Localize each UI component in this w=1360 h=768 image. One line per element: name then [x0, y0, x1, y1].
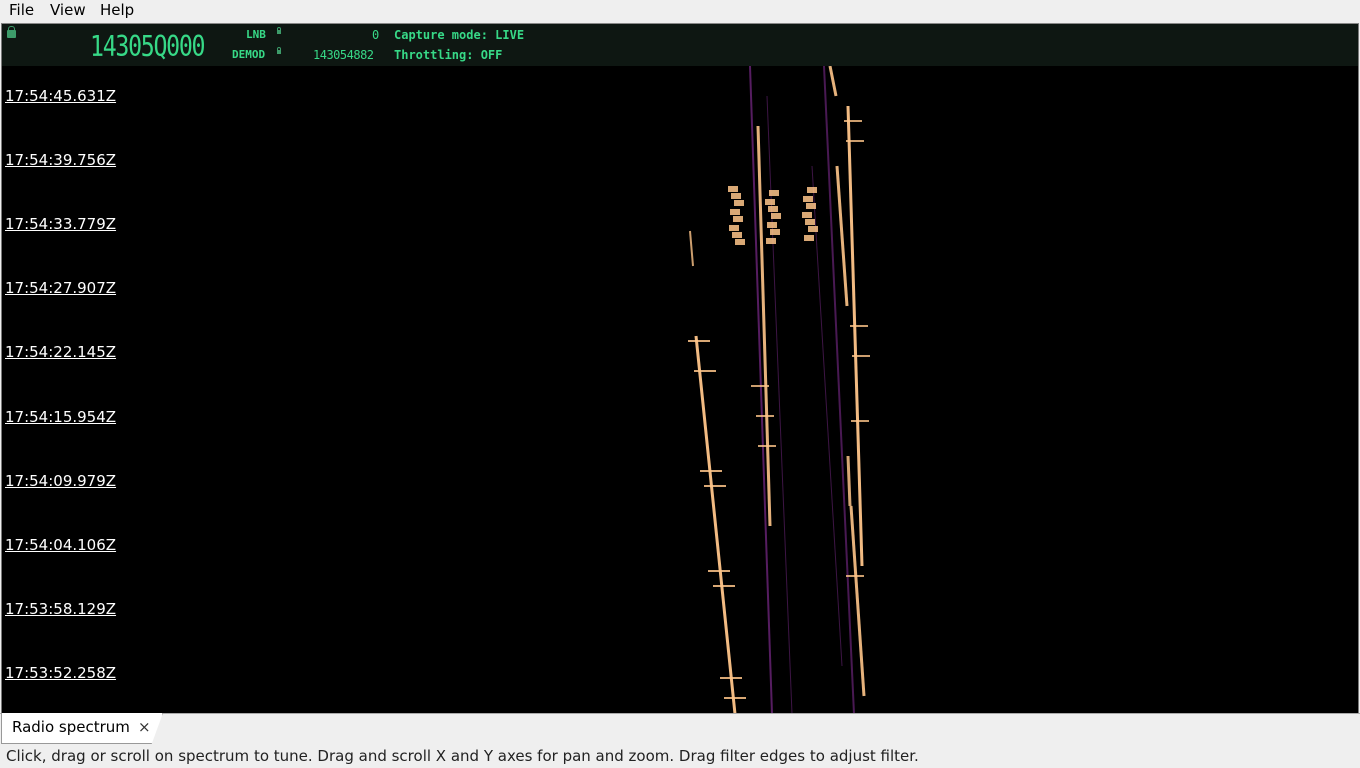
signal-cloud [731, 193, 741, 199]
signal-trace [689, 230, 694, 267]
signal-cloud [804, 235, 814, 241]
signal-cloud [767, 222, 777, 228]
time-axis-label[interactable]: 17:53:58.129Z [5, 600, 116, 618]
time-axis-label[interactable]: 17:54:45.631Z [5, 87, 116, 105]
tab-bar: Radio spectrum × [0, 713, 1360, 744]
demod-label: DEMOD [232, 48, 266, 61]
signal-cloud [766, 238, 776, 244]
time-axis-label[interactable]: 17:54:15.954Z [5, 408, 116, 426]
time-axis-label[interactable]: 17:53:52.258Z [5, 664, 116, 682]
status-bar-text: Click, drag or scroll on spectrum to tun… [6, 747, 919, 765]
lock-icon[interactable] [7, 26, 16, 38]
signal-cloud [735, 239, 745, 245]
time-axis-label[interactable]: 17:54:04.106Z [5, 536, 116, 554]
demod-lock-icon[interactable] [277, 47, 281, 54]
tab-radio-spectrum[interactable]: Radio spectrum × [1, 713, 163, 744]
signal-cloud [770, 229, 780, 235]
noise-trace [811, 165, 843, 667]
signal-cloud [802, 212, 812, 218]
menu-help[interactable]: Help [100, 1, 134, 19]
signal-trace [828, 66, 838, 97]
capture-mode-status: Capture mode: LIVE [394, 28, 525, 42]
signal-cloud [803, 196, 813, 202]
waterfall-plot[interactable] [2, 66, 1358, 714]
signal-cloud [805, 219, 815, 225]
signal-cloud [769, 190, 779, 196]
signal-trace [846, 455, 852, 507]
signal-cloud [806, 203, 816, 209]
signal-cloud [771, 213, 781, 219]
signal-cloud [807, 187, 817, 193]
signal-trace [835, 165, 849, 307]
noise-trace [766, 95, 793, 714]
signal-trace [694, 335, 737, 714]
noise-trace [749, 66, 773, 714]
lnb-value[interactable]: 0 [372, 28, 379, 42]
throttling-status: Throttling: OFF [394, 48, 503, 62]
menu-bar: File View Help [0, 0, 1360, 22]
main-frequency-display[interactable]: 14305Q000 [90, 31, 206, 64]
signal-cloud [730, 209, 740, 215]
menu-view[interactable]: View [50, 1, 86, 19]
time-axis-label[interactable]: 17:54:39.756Z [5, 151, 116, 169]
time-axis-label[interactable]: 17:54:27.907Z [5, 279, 116, 297]
tab-label: Radio spectrum [12, 718, 130, 736]
spectrum-frame: 14305Q000 LNB 0 DEMOD 143054882 Capture … [1, 23, 1359, 715]
demod-value[interactable]: 143054882 [313, 48, 374, 62]
time-axis-label[interactable]: 17:54:09.979Z [5, 472, 116, 490]
signal-cloud [729, 225, 739, 231]
frequency-header: 14305Q000 LNB 0 DEMOD 143054882 Capture … [2, 24, 1358, 66]
time-axis-label[interactable]: 17:54:22.145Z [5, 343, 116, 361]
lnb-label: LNB [246, 28, 266, 41]
signal-cloud [808, 226, 818, 232]
menu-file[interactable]: File [9, 1, 34, 19]
signal-cloud [768, 206, 778, 212]
signal-cloud [765, 199, 775, 205]
spectrum-waterfall[interactable]: 17:54:45.631Z 17:54:39.756Z 17:54:33.779Z 1… [2, 66, 1358, 714]
close-icon[interactable]: × [138, 718, 151, 736]
lnb-lock-icon[interactable] [277, 27, 281, 34]
signal-cloud [732, 232, 742, 238]
signal-cloud [733, 216, 743, 222]
signal-cloud [734, 200, 744, 206]
signal-cloud [728, 186, 738, 192]
time-axis-label[interactable]: 17:54:33.779Z [5, 215, 116, 233]
